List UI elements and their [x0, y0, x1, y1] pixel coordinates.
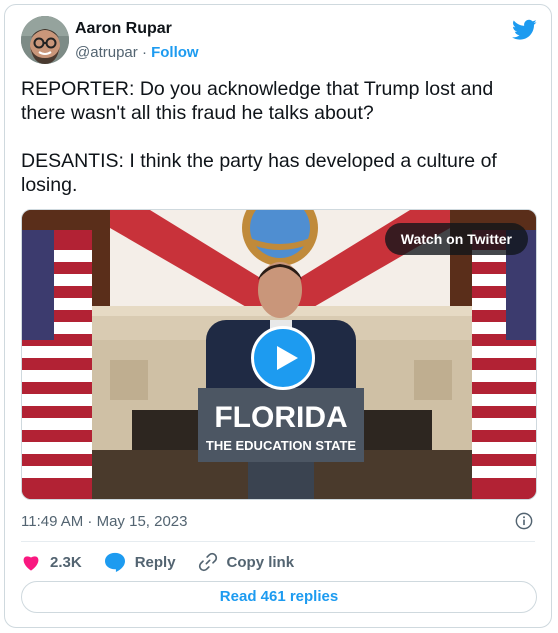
separator: ·: [141, 44, 147, 61]
action-bar: 2.3K Reply Copy link: [21, 550, 316, 574]
play-button[interactable]: [251, 326, 315, 390]
like-button[interactable]: 2.3K: [21, 553, 82, 571]
author-name[interactable]: Aaron Rupar: [75, 20, 172, 38]
tweet-timestamp[interactable]: 11:49 AM · May 15, 2023: [21, 513, 188, 530]
podium-subtitle: THE EDUCATION STATE: [206, 438, 357, 453]
copy-link-label: Copy link: [226, 553, 295, 571]
reply-label: Reply: [134, 553, 176, 571]
like-count: 2.3K: [50, 553, 82, 571]
author-handle-row: @atrupar · Follow: [75, 44, 199, 61]
reply-button[interactable]: Reply: [104, 552, 176, 572]
tweet-card: Aaron Rupar @atrupar · Follow REPORTER: …: [4, 4, 552, 628]
heart-icon: [23, 556, 39, 571]
author-handle[interactable]: @atrupar: [75, 44, 138, 61]
play-icon: [277, 346, 298, 370]
follow-button[interactable]: Follow: [151, 44, 199, 61]
video-player[interactable]: FLORIDA THE EDUCATION STATE Watch on Twi…: [21, 209, 537, 500]
copy-link-button[interactable]: Copy link: [198, 552, 295, 572]
tweet-text: REPORTER: Do you acknowledge that Trump …: [21, 78, 497, 196]
twitter-bird-icon[interactable]: [512, 19, 537, 41]
reply-bubble-icon: [104, 552, 125, 572]
podium-title: FLORIDA: [214, 401, 347, 434]
watch-on-twitter-button[interactable]: Watch on Twitter: [384, 223, 528, 255]
link-icon: [198, 552, 217, 572]
info-icon[interactable]: [515, 512, 533, 530]
read-replies-button[interactable]: Read 461 replies: [21, 581, 537, 613]
avatar-image: [21, 16, 69, 64]
divider: [21, 541, 535, 542]
avatar[interactable]: [21, 16, 69, 64]
